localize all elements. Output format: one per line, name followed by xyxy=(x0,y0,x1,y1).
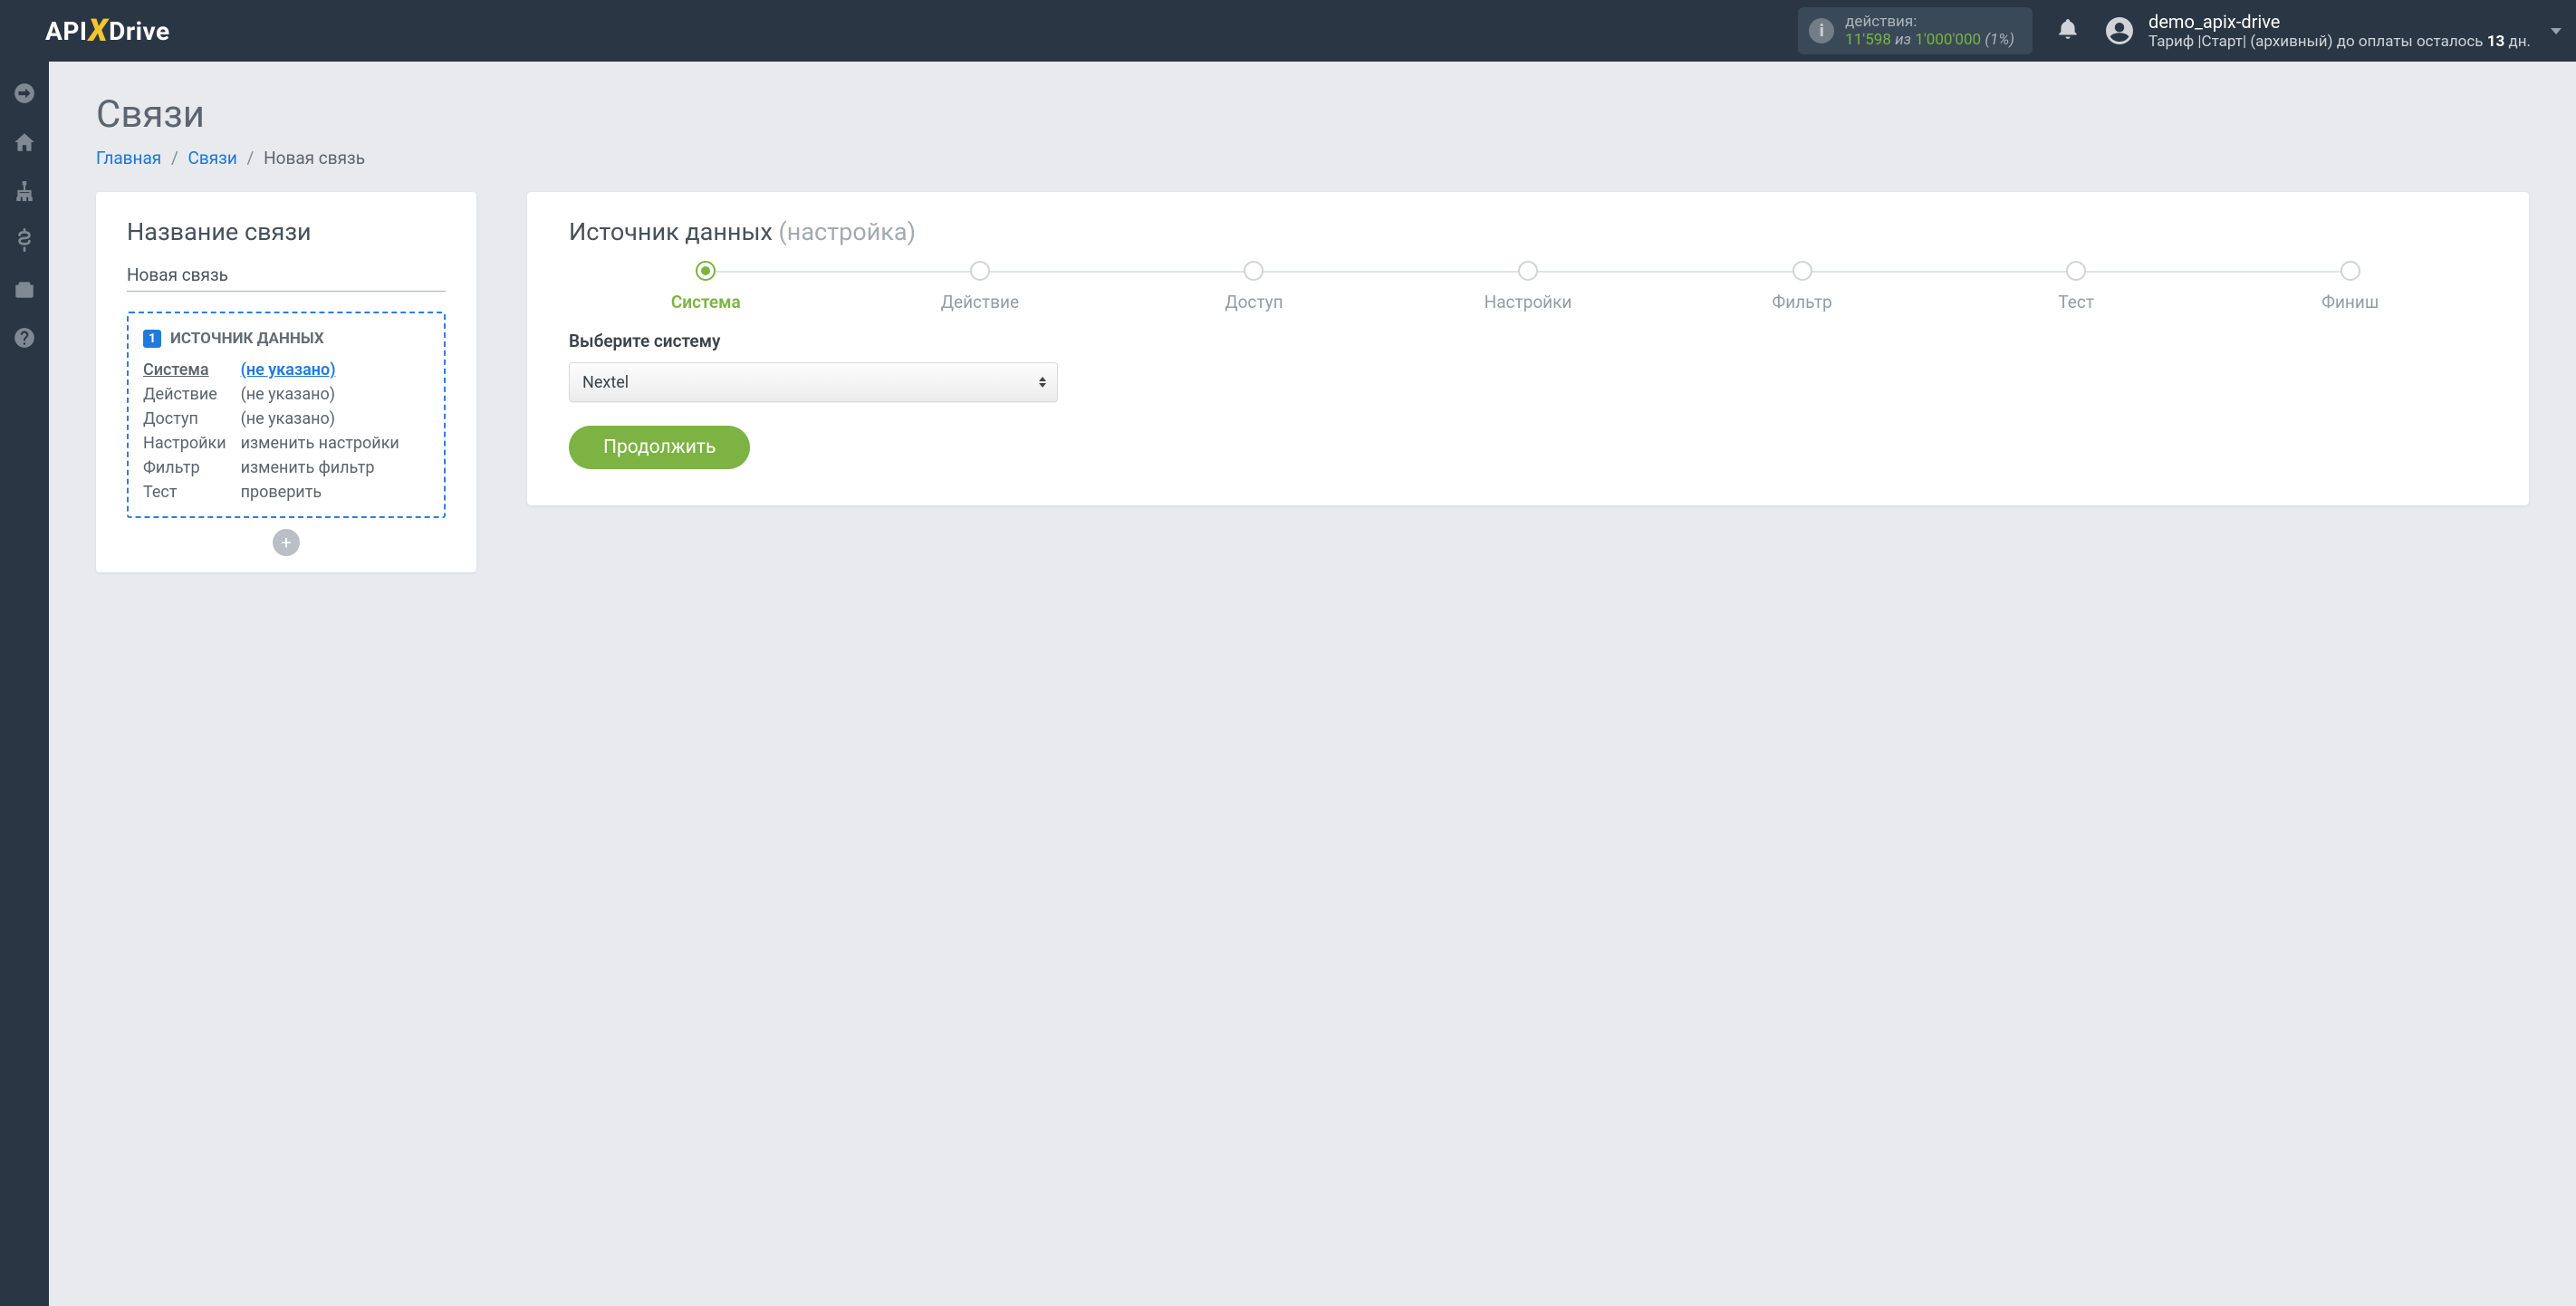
stepper-step[interactable]: Настройки xyxy=(1391,261,1666,312)
source-step-value: (не указано) xyxy=(241,385,429,404)
source-step-value[interactable]: (не указано) xyxy=(241,360,429,379)
step-circle-icon xyxy=(2066,261,2086,281)
card-data-source: Источник данных (настройка) Система Дейст… xyxy=(527,192,2529,505)
step-circle-icon xyxy=(1793,261,1812,281)
stepper-step[interactable]: Система xyxy=(569,261,843,312)
step-label: Фильтр xyxy=(1773,292,1832,312)
step-label: Система xyxy=(671,292,741,312)
card-title-right: Источник данных (настройка) xyxy=(569,217,2487,246)
card-title-left: Название связи xyxy=(127,217,446,246)
bell-icon[interactable] xyxy=(2056,17,2080,44)
logo-x-icon: X xyxy=(89,13,109,49)
actions-of: из xyxy=(1895,31,1911,49)
actions-used: 11'598 xyxy=(1845,31,1891,49)
source-step-value: проверить xyxy=(241,483,429,502)
main: Связи Главная / Связи / Новая связь Назв… xyxy=(49,62,2576,603)
system-select-value: Nextel xyxy=(582,373,629,392)
card-connection-name: Название связи 1 ИСТОЧНИК ДАННЫХ Система… xyxy=(96,192,476,572)
actions-counter[interactable]: i действия: 11'598 из 1'000'000 (1%) xyxy=(1798,7,2033,55)
breadcrumb-sep: / xyxy=(171,148,178,168)
avatar-icon xyxy=(2103,14,2136,47)
source-heading: ИСТОЧНИК ДАННЫХ xyxy=(170,330,324,348)
actions-label: действия: xyxy=(1845,13,2014,31)
add-step-button[interactable]: + xyxy=(273,529,300,556)
step-circle-icon xyxy=(970,261,990,281)
sidebar-item-tools[interactable] xyxy=(0,264,49,313)
breadcrumb: Главная / Связи / Новая связь xyxy=(96,148,2529,168)
source-step-key: Тест xyxy=(143,483,226,502)
continue-button[interactable]: Продолжить xyxy=(569,426,750,469)
source-step-key[interactable]: Система xyxy=(143,360,226,379)
username: demo_apix-drive xyxy=(2148,11,2531,33)
step-circle-icon xyxy=(696,261,716,281)
step-label: Тест xyxy=(2058,292,2094,312)
breadcrumb-home[interactable]: Главная xyxy=(96,148,161,168)
sidebar-item-enter[interactable] xyxy=(0,69,49,118)
sidebar-item-home[interactable] xyxy=(0,118,49,167)
sidebar-item-billing[interactable] xyxy=(0,216,49,264)
page-title: Связи xyxy=(96,92,2529,137)
breadcrumb-current: Новая связь xyxy=(264,148,365,168)
stepper-step[interactable]: Действие xyxy=(843,261,1118,312)
actions-text: действия: 11'598 из 1'000'000 (1%) xyxy=(1845,13,2014,50)
info-icon: i xyxy=(1809,18,1834,43)
stepper-step[interactable]: Тест xyxy=(1939,261,2214,312)
tariff-days: 13 xyxy=(2487,33,2505,51)
source-step-key: Фильтр xyxy=(143,458,226,477)
tariff-line: Тариф |Старт| (архивный) до оплаты остал… xyxy=(2148,33,2531,51)
logo-api-text: API xyxy=(45,16,88,46)
source-step-value: (не указано) xyxy=(241,409,429,428)
breadcrumb-links[interactable]: Связи xyxy=(188,148,237,168)
card-title-main: Источник данных xyxy=(569,217,779,246)
chevron-down-icon xyxy=(2551,28,2562,34)
actions-pct: (1%) xyxy=(1985,31,2014,49)
sidebar xyxy=(0,62,49,1306)
source-step-value: изменить настройки xyxy=(241,434,429,453)
select-caret-icon xyxy=(1039,377,1046,388)
stepper-step[interactable]: Финиш xyxy=(2213,261,2487,312)
stepper: Система Действие Доступ Настройки Фильтр Тест… xyxy=(569,261,2487,312)
step-label: Действие xyxy=(941,292,1019,312)
user-text: demo_apix-drive Тариф |Старт| (архивный)… xyxy=(2148,11,2531,51)
system-select[interactable]: Nextel xyxy=(569,362,1058,402)
source-box: 1 ИСТОЧНИК ДАННЫХ Система (не указано) Дей… xyxy=(127,312,446,518)
sidebar-item-connections[interactable] xyxy=(0,167,49,216)
step-label: Доступ xyxy=(1225,292,1283,312)
user-block[interactable]: demo_apix-drive Тариф |Старт| (архивный)… xyxy=(2103,11,2563,51)
tariff-suffix: дн. xyxy=(2504,33,2531,51)
breadcrumb-sep: / xyxy=(247,148,255,168)
source-step-key: Доступ xyxy=(143,409,226,428)
source-step-key: Действие xyxy=(143,385,226,404)
actions-total: 1'000'000 xyxy=(1915,31,1981,49)
tariff-prefix: Тариф |Старт| (архивный) до оплаты остал… xyxy=(2148,33,2487,51)
source-step-key: Настройки xyxy=(143,434,226,453)
step-circle-icon xyxy=(1244,261,1264,281)
step-circle-icon xyxy=(2341,261,2360,281)
select-system-label: Выберите систему xyxy=(569,331,2487,351)
step-label: Настройки xyxy=(1485,292,1572,312)
logo[interactable]: API X Drive xyxy=(45,13,170,49)
connection-name-input[interactable] xyxy=(127,261,446,292)
stepper-step[interactable]: Фильтр xyxy=(1665,261,1939,312)
logo-drive-text: Drive xyxy=(109,16,169,46)
topbar: API X Drive i действия: 11'598 из 1'000'… xyxy=(0,0,2576,62)
stepper-step[interactable]: Доступ xyxy=(1117,261,1391,312)
sidebar-item-help[interactable] xyxy=(0,313,49,362)
source-number-badge: 1 xyxy=(143,330,161,348)
source-steps-grid: Система (не указано) Действие (не указано) Д… xyxy=(143,360,429,502)
step-label: Финиш xyxy=(2321,292,2379,312)
step-circle-icon xyxy=(1518,261,1538,281)
card-title-muted: (настройка) xyxy=(779,217,916,246)
source-step-value: изменить фильтр xyxy=(241,458,429,477)
